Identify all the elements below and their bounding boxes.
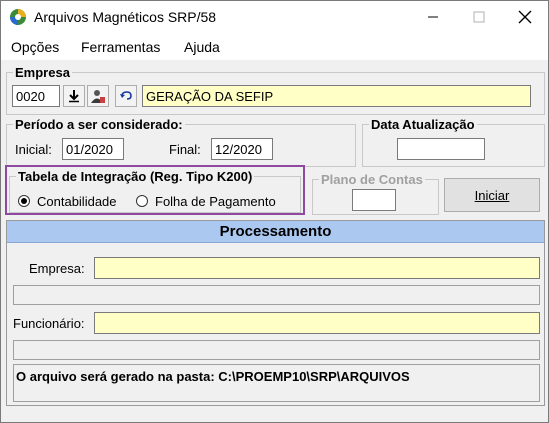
empresa-legend: Empresa: [15, 65, 70, 80]
maximize-button[interactable]: [456, 1, 502, 32]
app-globe-icon: [10, 9, 26, 25]
proc-funcionario-label: Funcionário:: [13, 316, 85, 331]
empresa-name-field: GERAÇÃO DA SEFIP: [142, 85, 531, 107]
user-lookup-button[interactable]: [87, 85, 109, 107]
periodo-legend: Período a ser considerado:: [15, 117, 183, 132]
close-icon: [518, 10, 532, 23]
minimize-button[interactable]: [410, 1, 456, 32]
radio-folha-pagamento-label[interactable]: Folha de Pagamento: [155, 194, 276, 209]
empresa-code-input[interactable]: 0020: [12, 85, 60, 107]
proc-funcionario-field: [94, 312, 540, 334]
radio-contabilidade-label[interactable]: Contabilidade: [37, 194, 117, 209]
data-atualizacao-legend: Data Atualização: [371, 117, 475, 132]
close-button[interactable]: [502, 1, 548, 32]
download-icon: [69, 90, 79, 103]
menu-ferramentas[interactable]: Ferramentas: [81, 39, 160, 55]
window-title: Arquivos Magnéticos SRP/58: [34, 9, 217, 25]
output-path-message: O arquivo será gerado na pasta: C:\PROEM…: [13, 364, 540, 402]
proc-empresa-field: [94, 257, 540, 279]
app-window: Arquivos Magnéticos SRP/58 Opções Ferram…: [0, 0, 549, 423]
inicial-input[interactable]: 01/2020: [62, 138, 124, 160]
proc-empresa-label: Empresa:: [29, 261, 85, 276]
radio-contabilidade[interactable]: [18, 195, 30, 207]
plano-contas-legend: Plano de Contas: [321, 172, 423, 187]
funcionario-progress-bar: [13, 340, 540, 360]
final-input[interactable]: 12/2020: [211, 138, 273, 160]
iniciar-button[interactable]: Iniciar: [444, 178, 540, 212]
undo-icon: [120, 91, 132, 100]
processamento-panel: Processamento Empresa: Funcionário: O ar…: [6, 220, 545, 406]
inicial-label: Inicial:: [15, 142, 52, 157]
final-label: Final:: [169, 142, 201, 157]
download-button[interactable]: [63, 85, 85, 107]
maximize-icon: [473, 11, 485, 22]
radio-folha-pagamento[interactable]: [136, 195, 148, 207]
empresa-progress-bar: [13, 285, 540, 305]
menu-opcoes[interactable]: Opções: [11, 39, 59, 55]
data-atualizacao-input[interactable]: [397, 138, 485, 160]
menu-ajuda[interactable]: Ajuda: [184, 39, 220, 55]
plano-contas-input[interactable]: [352, 189, 396, 211]
title-bar: Arquivos Magnéticos SRP/58: [1, 1, 548, 34]
iniciar-label: Iniciar: [474, 187, 510, 203]
menu-bar: Opções Ferramentas Ajuda: [1, 34, 548, 60]
minimize-icon: [428, 16, 438, 17]
user-lookup-icon: [91, 90, 105, 103]
undo-button[interactable]: [115, 85, 137, 107]
processamento-header: Processamento: [7, 221, 544, 243]
